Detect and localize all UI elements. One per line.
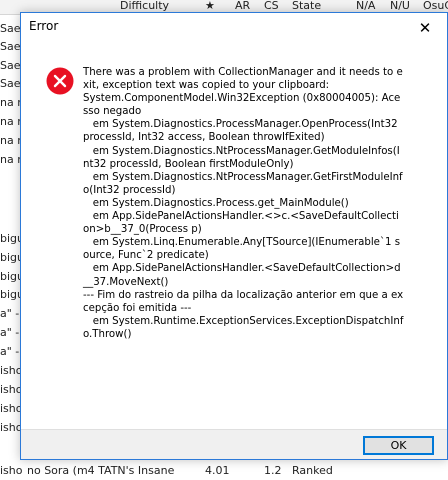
error-dialog: Error ✕ There was a problem with Collect… [20,12,448,460]
background-row-cell: Sae [0,22,21,35]
bottom-row-value: 4.01 [205,464,230,477]
column-difficulty: Difficulty [120,0,170,12]
dialog-titlebar[interactable]: Error ✕ [21,13,447,42]
close-button[interactable]: ✕ [403,13,447,42]
bottom-row-num: 1.2 [264,464,282,477]
ok-button[interactable]: OK [363,436,434,455]
close-icon: ✕ [418,18,432,37]
background-bottom-row: isho no Sora (m4 TATN's Insane 4.01 1.2 … [0,462,448,480]
column-cs: CS [264,0,279,12]
bottom-row-state: Ranked [292,464,333,477]
error-message: There was a problem with CollectionManag… [83,67,404,340]
background-row-cell: Sae [0,77,21,90]
column-stars: ★ [205,0,215,12]
background-row-cell: a" - [0,307,20,320]
column-state: State [292,0,322,12]
column-osug: OsuG [423,0,448,12]
dialog-content: There was a problem with CollectionManag… [21,42,447,431]
column-nu: N/U [390,0,410,12]
bottom-row-mid: no Sora (m4 TATN's Insane [27,464,175,477]
dialog-footer: OK [21,429,447,459]
error-icon [46,67,74,95]
background-row-cell: Sae [0,59,21,72]
column-na: N/A [356,0,376,12]
column-ar: AR [235,0,251,12]
background-row-cell: a" - [0,326,20,339]
background-row-cell: a" - [0,345,20,358]
bottom-row-left: isho [0,464,23,477]
background-row-cell: Sae [0,40,21,53]
dialog-title: Error [29,19,59,33]
